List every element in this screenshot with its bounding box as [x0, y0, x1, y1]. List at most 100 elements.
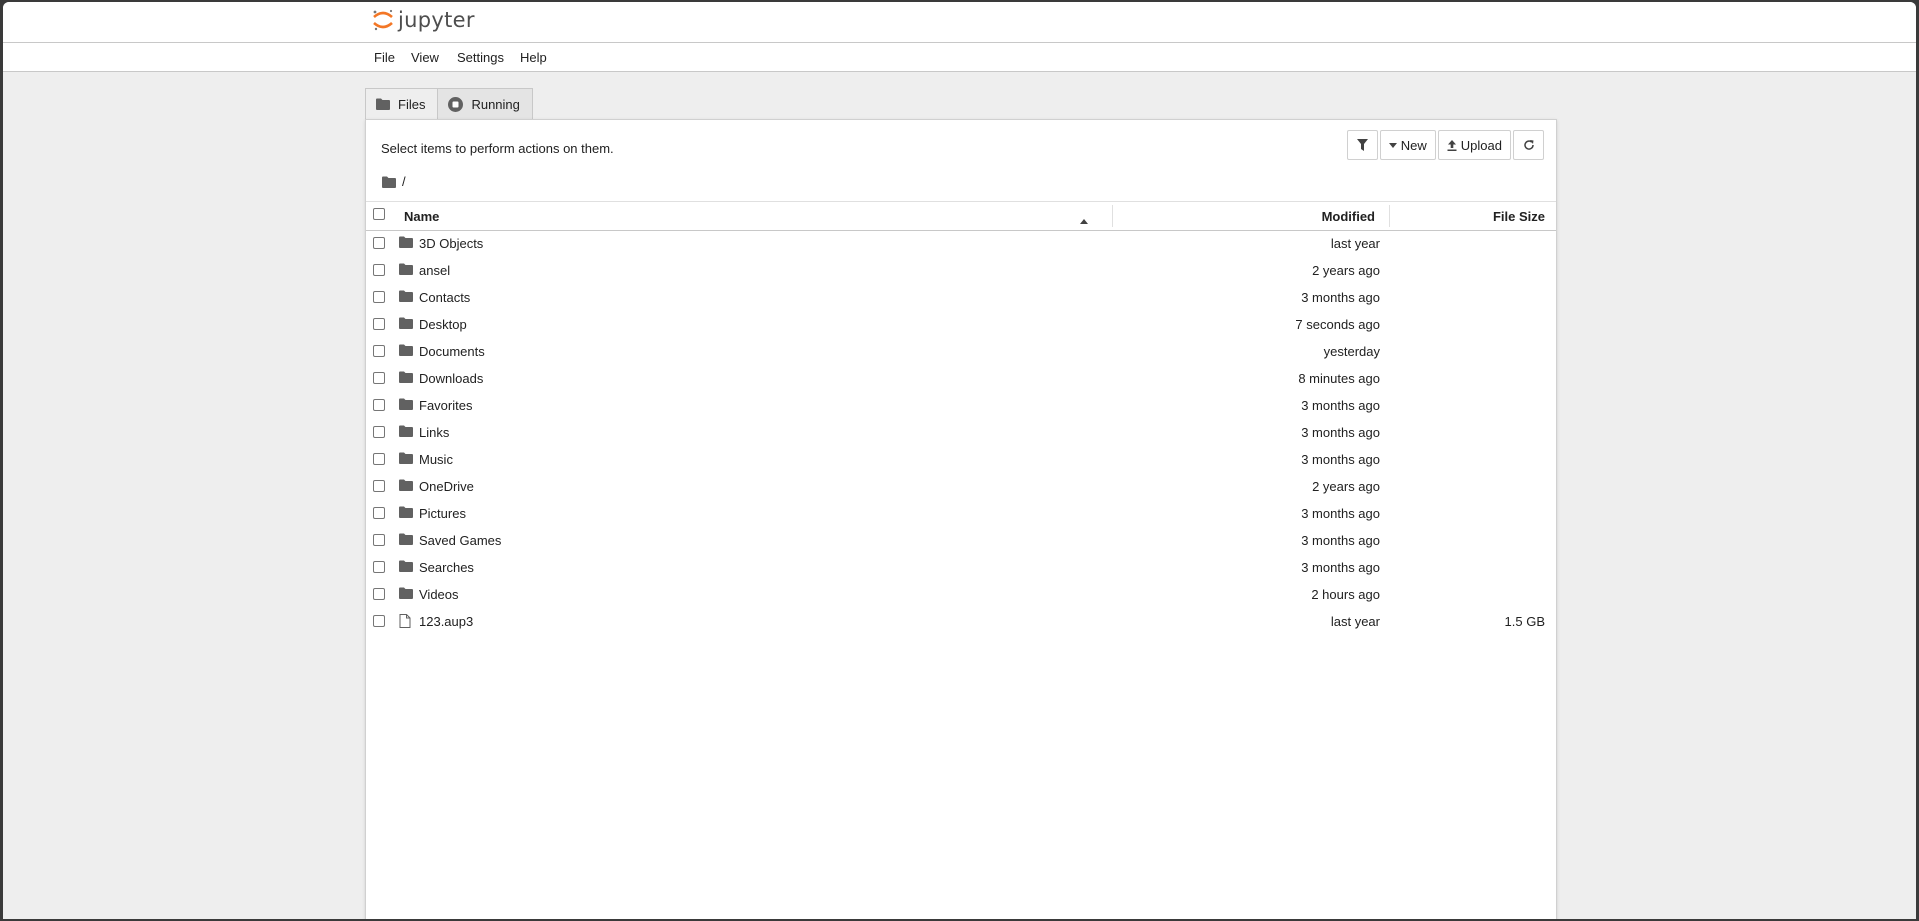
list-item[interactable]: ansel 2 years ago [366, 257, 1556, 284]
list-item[interactable]: OneDrive 2 years ago [366, 473, 1556, 500]
item-modified: yesterday [1323, 344, 1380, 359]
item-size: 1.5 GB [1504, 614, 1545, 629]
list-item[interactable]: Downloads 8 minutes ago [366, 365, 1556, 392]
tab-running[interactable]: Running [437, 88, 533, 119]
folder-icon [399, 344, 413, 356]
new-button-label: New [1400, 137, 1427, 153]
tab-running-label: Running [471, 96, 520, 112]
folder-icon [399, 236, 413, 248]
item-name[interactable]: Contacts [419, 290, 470, 305]
column-name[interactable]: Name [404, 209, 439, 224]
file-toolbar: New Upload [1346, 130, 1544, 160]
row-checkbox[interactable] [373, 372, 385, 384]
tab-files[interactable]: Files [365, 88, 439, 119]
select-all-checkbox[interactable] [373, 208, 385, 220]
menu-settings[interactable]: Settings [457, 50, 504, 65]
row-checkbox[interactable] [373, 237, 385, 249]
list-item[interactable]: Links 3 months ago [366, 419, 1556, 446]
row-checkbox[interactable] [373, 615, 385, 627]
list-item[interactable]: 3D Objects last year [366, 230, 1556, 257]
column-modified[interactable]: Modified [1322, 209, 1375, 224]
tab-files-label: Files [398, 96, 426, 112]
row-checkbox[interactable] [373, 318, 385, 330]
list-item[interactable]: Documents yesterday [366, 338, 1556, 365]
item-modified: 3 months ago [1301, 560, 1380, 575]
list-item[interactable]: Contacts 3 months ago [366, 284, 1556, 311]
item-modified: 8 minutes ago [1298, 371, 1380, 386]
breadcrumb: / [382, 174, 406, 189]
row-checkbox[interactable] [373, 264, 385, 276]
stop-circle-icon [448, 96, 464, 112]
list-item[interactable]: 123.aup3 last year 1.5 GB [366, 608, 1556, 635]
item-name[interactable]: Searches [419, 560, 474, 575]
item-name[interactable]: Videos [419, 587, 459, 602]
list-item[interactable]: Saved Games 3 months ago [366, 527, 1556, 554]
item-modified: 2 hours ago [1311, 587, 1380, 602]
item-modified: 3 months ago [1301, 533, 1380, 548]
item-name[interactable]: Favorites [419, 398, 472, 413]
item-name[interactable]: Downloads [419, 371, 483, 386]
row-checkbox[interactable] [373, 480, 385, 492]
new-button[interactable]: New [1379, 130, 1436, 160]
item-name[interactable]: Music [419, 452, 453, 467]
jupyter-logo-icon [373, 9, 393, 31]
row-checkbox[interactable] [373, 534, 385, 546]
row-checkbox[interactable] [373, 426, 385, 438]
upload-icon [1447, 139, 1457, 151]
column-file-size[interactable]: File Size [1493, 209, 1545, 224]
item-modified: 3 months ago [1301, 425, 1380, 440]
folder-icon [399, 452, 413, 464]
item-name[interactable]: Links [419, 425, 449, 440]
row-checkbox[interactable] [373, 507, 385, 519]
jupyter-logo[interactable]: jupyter [372, 8, 475, 32]
item-name[interactable]: Documents [419, 344, 485, 359]
list-item[interactable]: Videos 2 hours ago [366, 581, 1556, 608]
upload-button[interactable]: Upload [1437, 130, 1511, 160]
item-name[interactable]: ansel [419, 263, 450, 278]
folder-icon [399, 398, 413, 410]
row-checkbox[interactable] [373, 453, 385, 465]
menu-help[interactable]: Help [520, 50, 547, 65]
row-checkbox[interactable] [373, 399, 385, 411]
folder-icon [399, 506, 413, 518]
folder-icon [399, 587, 413, 599]
item-name[interactable]: OneDrive [419, 479, 474, 494]
item-name[interactable]: Desktop [419, 317, 467, 332]
item-modified: last year [1330, 614, 1380, 629]
breadcrumb-path[interactable]: / [402, 174, 406, 189]
list-item[interactable]: Desktop 7 seconds ago [366, 311, 1556, 338]
folder-icon [399, 317, 413, 329]
browser-viewport: jupyter File View Settings Help Files Ru… [3, 2, 1916, 919]
folder-icon [376, 98, 390, 110]
row-checkbox[interactable] [373, 588, 385, 600]
item-name[interactable]: 3D Objects [419, 236, 483, 251]
sort-ascending-icon [1080, 212, 1088, 227]
row-checkbox[interactable] [373, 561, 385, 573]
row-checkbox[interactable] [373, 345, 385, 357]
item-name[interactable]: 123.aup3 [419, 614, 473, 629]
list-item[interactable]: Music 3 months ago [366, 446, 1556, 473]
row-checkbox[interactable] [373, 291, 385, 303]
list-item[interactable]: Favorites 3 months ago [366, 392, 1556, 419]
tab-bar: Files Running [365, 88, 533, 120]
refresh-button[interactable] [1513, 130, 1544, 160]
top-bar: jupyter [3, 2, 1916, 43]
item-name[interactable]: Saved Games [419, 533, 501, 548]
list-item[interactable]: Searches 3 months ago [366, 554, 1556, 581]
item-modified: last year [1330, 236, 1380, 251]
breadcrumb-home-icon[interactable] [382, 176, 396, 188]
item-modified: 2 years ago [1312, 479, 1380, 494]
list-item[interactable]: Pictures 3 months ago [366, 500, 1556, 527]
column-divider [1112, 205, 1113, 227]
menu-file[interactable]: File [374, 50, 395, 65]
menu-bar: File View Settings Help [3, 43, 1916, 72]
item-modified: 3 months ago [1301, 452, 1380, 467]
item-name[interactable]: Pictures [419, 506, 466, 521]
selection-hint: Select items to perform actions on them. [381, 141, 614, 156]
folder-icon [399, 263, 413, 275]
menu-view[interactable]: View [411, 50, 439, 65]
logo-text: jupyter [398, 8, 475, 32]
filter-button[interactable] [1346, 130, 1378, 160]
file-list-header: Name Modified File Size [366, 201, 1556, 231]
folder-icon [399, 560, 413, 572]
